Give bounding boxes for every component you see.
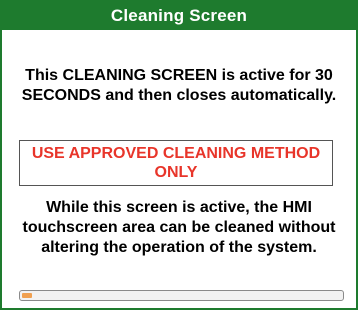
window-title: Cleaning Screen (2, 2, 356, 30)
intro-text: This CLEANING SCREEN is active for 30 SE… (21, 67, 337, 104)
cleaning-progress-bar (19, 290, 344, 301)
progress-fill (22, 293, 32, 298)
warning-box: USE APPROVED CLEANING METHOD ONLY (19, 140, 333, 186)
info-text: While this screen is active, the HMI tou… (22, 199, 336, 256)
cleaning-screen-window: Cleaning Screen This CLEANING SCREEN is … (0, 0, 358, 310)
warning-text: USE APPROVED CLEANING METHOD ONLY (31, 145, 321, 181)
